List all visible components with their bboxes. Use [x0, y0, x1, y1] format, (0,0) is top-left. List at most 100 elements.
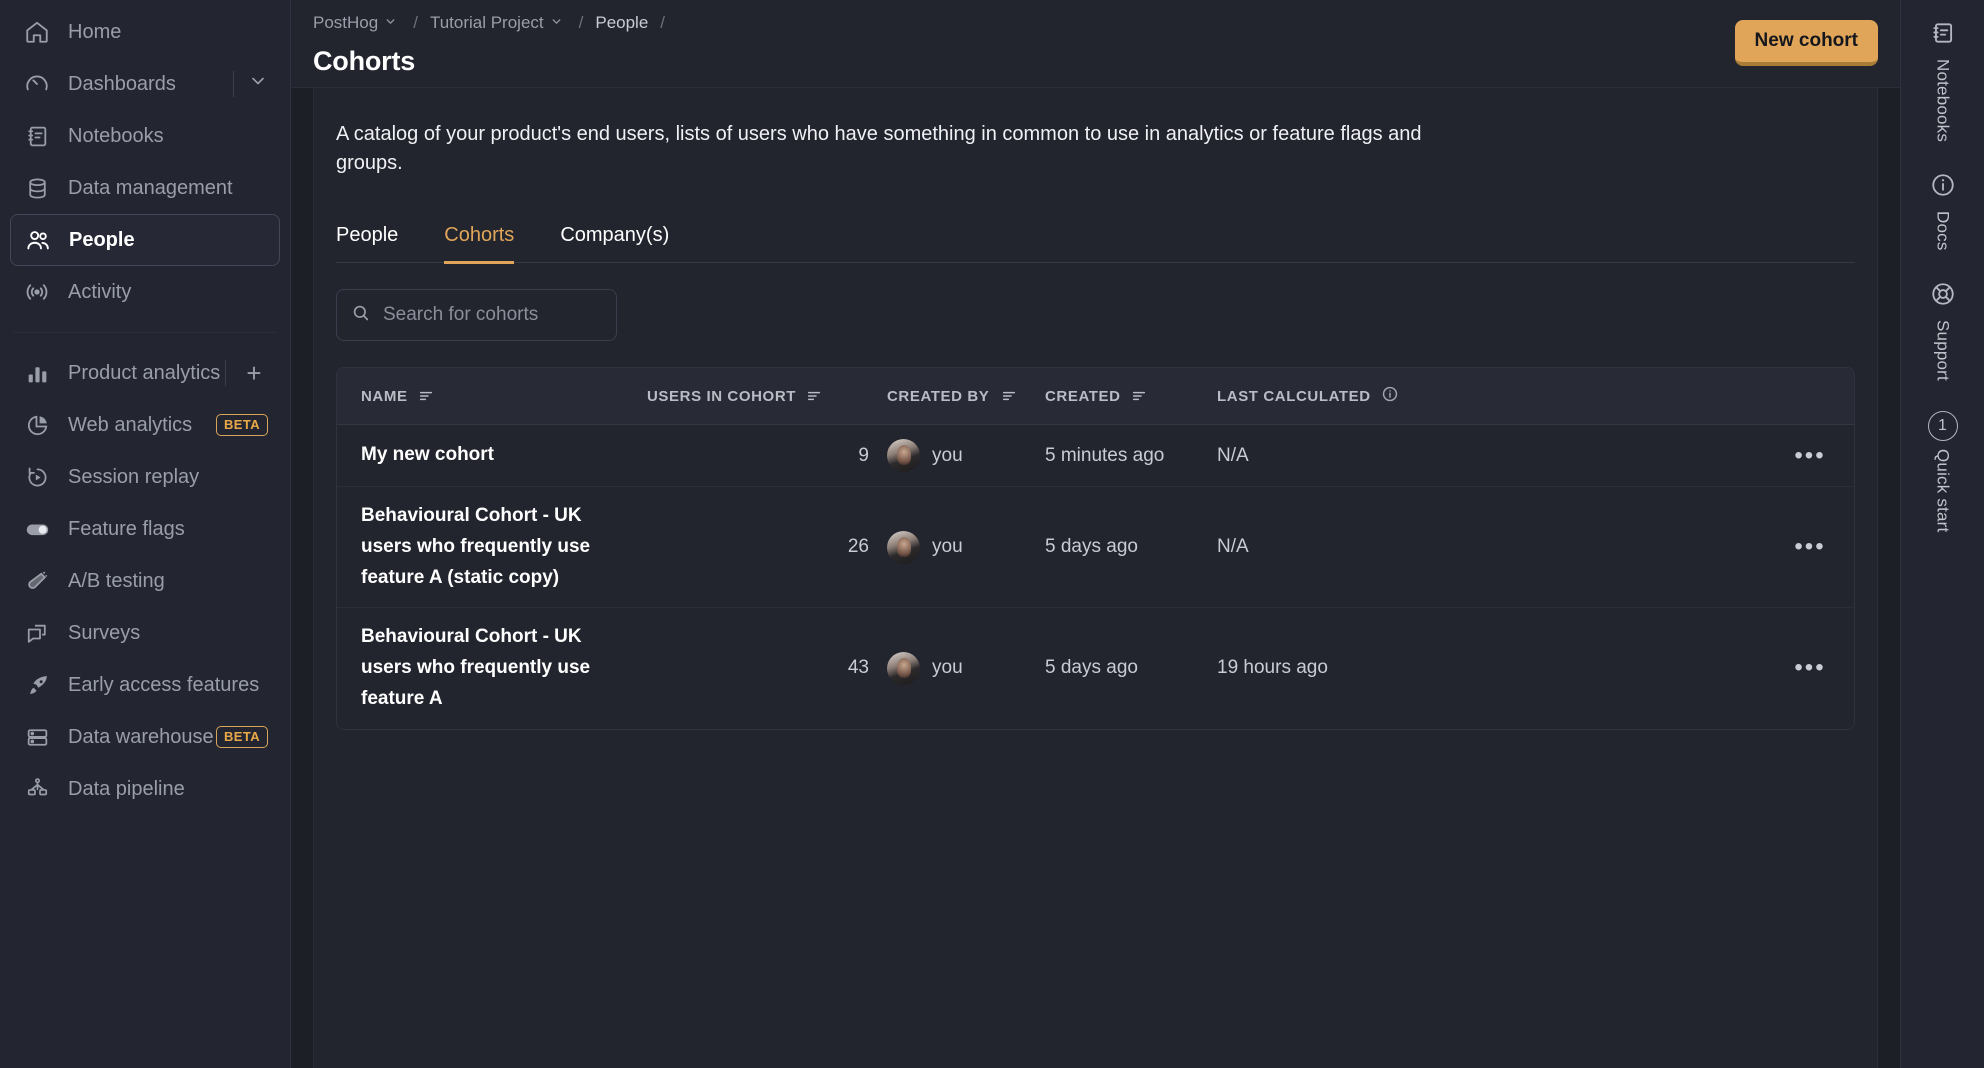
sidebar-item-dashboards[interactable]: Dashboards: [10, 58, 280, 110]
cohort-name-cell[interactable]: My new cohort: [337, 426, 647, 485]
sidebar-item-web-analytics[interactable]: Web analytics BETA: [10, 399, 280, 451]
sidebar-item-ab-testing[interactable]: A/B testing: [10, 555, 280, 607]
replay-icon: [22, 462, 52, 492]
rocket-icon: [22, 670, 52, 700]
sidebar-item-feature-flags[interactable]: Feature flags: [10, 503, 280, 555]
left-sidebar: Home Dashboards Notebooks Data managemen…: [0, 0, 291, 1068]
dashboards-expand[interactable]: [233, 69, 268, 99]
rail-item-label: Notebooks: [1933, 59, 1953, 143]
created-by-cell: you: [869, 651, 1045, 685]
last-calculated-time: N/A: [1217, 536, 1249, 558]
tab-people[interactable]: People: [336, 224, 398, 263]
column-header-created-by[interactable]: CREATED BY: [869, 388, 1045, 405]
table-row[interactable]: Behavioural Cohort - UK users who freque…: [337, 487, 1854, 609]
plus-icon[interactable]: +: [240, 360, 268, 386]
chevron-down-icon[interactable]: [550, 15, 563, 31]
sidebar-item-activity[interactable]: Activity: [10, 266, 280, 318]
last-calculated-cell: N/A: [1193, 445, 1766, 467]
sort-icon[interactable]: [1131, 388, 1147, 404]
column-header-name[interactable]: NAME: [337, 388, 647, 405]
sidebar-item-label: Early access features: [68, 673, 260, 696]
last-calculated-cell: 19 hours ago: [1193, 657, 1766, 679]
rail-item-support[interactable]: Support: [1901, 269, 1984, 395]
sidebar-item-label: Data management: [68, 176, 233, 199]
product-analytics-add[interactable]: +: [225, 358, 268, 388]
top-bar: PostHog / Tutorial Project / People / Co…: [291, 0, 1900, 88]
row-actions[interactable]: •••: [1766, 535, 1854, 559]
cohort-name-cell[interactable]: Behavioural Cohort - UK users who freque…: [337, 608, 647, 728]
rail-item-docs[interactable]: Docs: [1901, 160, 1984, 265]
sidebar-item-label: People: [69, 228, 135, 251]
sidebar-item-product-analytics[interactable]: Product analytics +: [10, 347, 280, 399]
sort-icon[interactable]: [418, 388, 434, 404]
rail-item-quick-start[interactable]: 1 Quick start: [1901, 399, 1984, 546]
breadcrumb-item-project[interactable]: Tutorial Project: [430, 13, 544, 33]
divider: [233, 71, 234, 97]
cohort-name-link[interactable]: Behavioural Cohort - UK users who freque…: [361, 608, 647, 728]
sidebar-item-label: Home: [68, 20, 122, 43]
rail-item-label: Support: [1933, 319, 1953, 381]
notebook-icon: [22, 121, 52, 151]
table-row[interactable]: Behavioural Cohort - UK users who freque…: [337, 608, 1854, 729]
column-header-last-calculated[interactable]: LAST CALCULATED: [1193, 385, 1766, 407]
last-calculated-time: N/A: [1217, 444, 1249, 466]
bar-chart-icon: [22, 358, 52, 388]
sidebar-item-people[interactable]: People: [10, 214, 280, 266]
chat-icon: [22, 618, 52, 648]
avatar: [887, 651, 920, 685]
sidebar-item-label: Session replay: [68, 465, 200, 488]
row-actions[interactable]: •••: [1766, 656, 1854, 680]
sidebar-item-session-replay[interactable]: Session replay: [10, 451, 280, 503]
pipeline-icon: [22, 774, 52, 804]
column-header-created[interactable]: CREATED: [1045, 388, 1193, 405]
more-options-icon[interactable]: •••: [1794, 533, 1825, 560]
beta-badge: BETA: [215, 726, 268, 748]
cohort-name-link[interactable]: Behavioural Cohort - UK users who freque…: [361, 487, 647, 607]
tab-companies[interactable]: Company(s): [560, 224, 669, 263]
table-row[interactable]: My new cohort 9 you 5 minutes ago N/A ••…: [337, 425, 1854, 487]
search-input[interactable]: [383, 304, 602, 326]
more-options-icon[interactable]: •••: [1794, 442, 1825, 469]
breadcrumb-item-people[interactable]: People: [595, 13, 648, 33]
sidebar-item-label: Feature flags: [68, 517, 185, 540]
info-circle-icon[interactable]: [1381, 385, 1399, 407]
users-count: 43: [847, 657, 869, 679]
sidebar-item-data-pipeline[interactable]: Data pipeline: [10, 763, 280, 815]
breadcrumb-item-org[interactable]: PostHog: [313, 13, 378, 33]
sidebar-item-label: A/B testing: [68, 569, 165, 592]
page-title: Cohorts: [313, 46, 416, 76]
chevron-down-icon[interactable]: [384, 15, 397, 31]
users-count: 26: [847, 536, 869, 558]
sidebar-item-label: Data warehouse: [68, 725, 214, 748]
cohorts-table: NAME USERS IN COHORT CREATED BY CREATED …: [336, 367, 1855, 730]
sort-icon[interactable]: [806, 388, 822, 404]
more-options-icon[interactable]: •••: [1794, 654, 1825, 681]
search-box[interactable]: [336, 289, 617, 341]
row-actions[interactable]: •••: [1766, 442, 1854, 469]
sort-icon[interactable]: [1001, 388, 1017, 404]
divider: [225, 360, 226, 386]
rail-item-notebooks[interactable]: Notebooks: [1901, 8, 1984, 156]
sidebar-item-surveys[interactable]: Surveys: [10, 607, 280, 659]
sidebar-item-notebooks[interactable]: Notebooks: [10, 110, 280, 162]
created-cell: 5 days ago: [1045, 536, 1193, 558]
created-by-cell: you: [869, 530, 1045, 564]
search-area: [336, 289, 1855, 341]
column-header-users[interactable]: USERS IN COHORT: [647, 388, 869, 405]
people-icon: [23, 225, 53, 255]
column-header-users-label: USERS IN COHORT: [647, 387, 797, 405]
cohort-name-cell[interactable]: Behavioural Cohort - UK users who freque…: [337, 487, 647, 607]
created-time: 5 days ago: [1045, 536, 1138, 558]
created-by-name: you: [932, 536, 963, 558]
cohort-name-link[interactable]: My new cohort: [361, 426, 647, 485]
tab-cohorts[interactable]: Cohorts: [444, 224, 515, 264]
pie-chart-icon: [22, 410, 52, 440]
sidebar-item-data-management[interactable]: Data management: [10, 162, 280, 214]
sidebar-item-label: Product analytics: [68, 361, 221, 384]
sidebar-item-home[interactable]: Home: [10, 6, 280, 58]
sidebar-item-early-access-features[interactable]: Early access features: [10, 659, 280, 711]
new-cohort-button[interactable]: New cohort: [1734, 20, 1878, 66]
sidebar-item-data-warehouse[interactable]: Data warehouse BETA: [10, 711, 280, 763]
lifebuoy-icon: [1930, 281, 1956, 312]
chevron-down-icon[interactable]: [248, 71, 268, 97]
